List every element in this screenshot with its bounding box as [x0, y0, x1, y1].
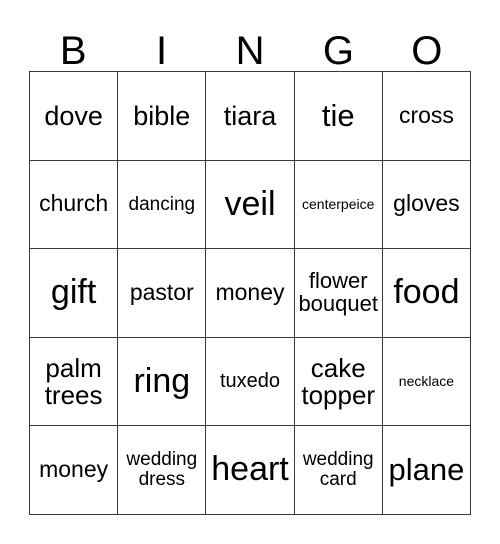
bingo-cell-label: tiara — [223, 100, 277, 131]
bingo-header-cell-g: G — [294, 16, 382, 71]
bingo-cell[interactable]: cross — [382, 72, 472, 161]
bingo-cell-label: dancing — [128, 193, 196, 215]
bingo-header-cell-o: O — [383, 16, 471, 71]
bingo-cell[interactable]: gift — [30, 249, 119, 338]
bingo-header-row: B I N G O — [29, 16, 471, 71]
bingo-cell[interactable]: centerpeice — [294, 160, 383, 250]
bingo-cell-label: cross — [398, 101, 454, 128]
bingo-cell[interactable]: tuxedo — [206, 337, 295, 427]
bingo-card: B I N G O dove bible tiara tie cross chu… — [0, 0, 500, 544]
bingo-header-letter-b: B — [59, 29, 87, 73]
bingo-cell[interactable]: flower bouquet — [294, 249, 383, 338]
bingo-header-letter-i: I — [156, 29, 168, 73]
bingo-cell-label: money — [215, 279, 285, 306]
bingo-cell[interactable]: wedding dress — [118, 426, 207, 515]
bingo-row: palm trees ring tuxedo cake topper neckl… — [30, 337, 472, 427]
bingo-cell[interactable]: plane — [382, 426, 472, 515]
bingo-cell[interactable]: dancing — [118, 160, 207, 250]
bingo-cell[interactable]: palm trees — [30, 337, 119, 427]
bingo-cell-label: pastor — [129, 279, 194, 306]
bingo-header-cell-i: I — [117, 16, 205, 71]
bingo-cell[interactable]: pastor — [118, 249, 207, 338]
bingo-cell-label: palm trees — [44, 352, 103, 410]
bingo-cell[interactable]: dove — [30, 72, 119, 161]
bingo-header-cell-b: B — [29, 16, 117, 71]
bingo-cell-label: flower bouquet — [298, 268, 378, 316]
bingo-cell[interactable]: food — [382, 249, 472, 338]
bingo-row: gift pastor money flower bouquet food — [30, 249, 472, 338]
bingo-cell-label: wedding dress — [126, 449, 198, 491]
bingo-cell[interactable]: gloves — [382, 160, 472, 250]
bingo-cell-label: veil — [224, 184, 276, 223]
bingo-cell-label: tuxedo — [219, 370, 281, 393]
bingo-cell[interactable]: cake topper — [294, 337, 383, 427]
bingo-cell-label: cake topper — [301, 352, 376, 410]
bingo-row: money wedding dress heart wedding card p… — [30, 426, 472, 515]
bingo-cell[interactable]: necklace — [382, 337, 472, 427]
bingo-cell[interactable]: money — [206, 249, 295, 338]
bingo-cell-label: gift — [50, 273, 97, 312]
bingo-cell[interactable]: bible — [118, 72, 207, 161]
bingo-cell[interactable]: tie — [294, 72, 383, 161]
bingo-cell[interactable]: tiara — [206, 72, 295, 161]
bingo-cell-label: centerpeice — [302, 196, 375, 213]
bingo-header-letter-n: N — [235, 29, 265, 73]
bingo-header-letter-g: G — [322, 29, 354, 73]
bingo-row: dove bible tiara tie cross — [30, 72, 472, 161]
bingo-cell-label: food — [393, 273, 460, 312]
bingo-cell-label: ring — [133, 361, 191, 400]
bingo-cell-label: plane — [388, 452, 465, 488]
bingo-cell-label: money — [39, 456, 109, 483]
bingo-cell[interactable]: heart — [206, 426, 295, 515]
bingo-cell-label: heart — [211, 450, 289, 489]
bingo-grid: dove bible tiara tie cross church dancin… — [29, 71, 472, 515]
bingo-cell[interactable]: ring — [118, 337, 207, 427]
bingo-row: church dancing veil centerpeice gloves — [30, 160, 472, 250]
bingo-cell-label: wedding card — [302, 449, 374, 491]
bingo-cell-label: bible — [133, 100, 191, 131]
bingo-cell-label: church — [39, 190, 109, 217]
bingo-cell-label: gloves — [393, 190, 460, 217]
bingo-cell-label: tie — [321, 97, 355, 133]
bingo-cell[interactable]: church — [30, 160, 119, 250]
bingo-cell-label: dove — [44, 100, 103, 131]
bingo-header-cell-n: N — [206, 16, 294, 71]
bingo-cell[interactable]: wedding card — [294, 426, 383, 515]
bingo-cell[interactable]: money — [30, 426, 119, 515]
bingo-cell-label: necklace — [398, 373, 455, 390]
bingo-header-letter-o: O — [411, 29, 443, 73]
bingo-cell[interactable]: veil — [206, 160, 295, 250]
